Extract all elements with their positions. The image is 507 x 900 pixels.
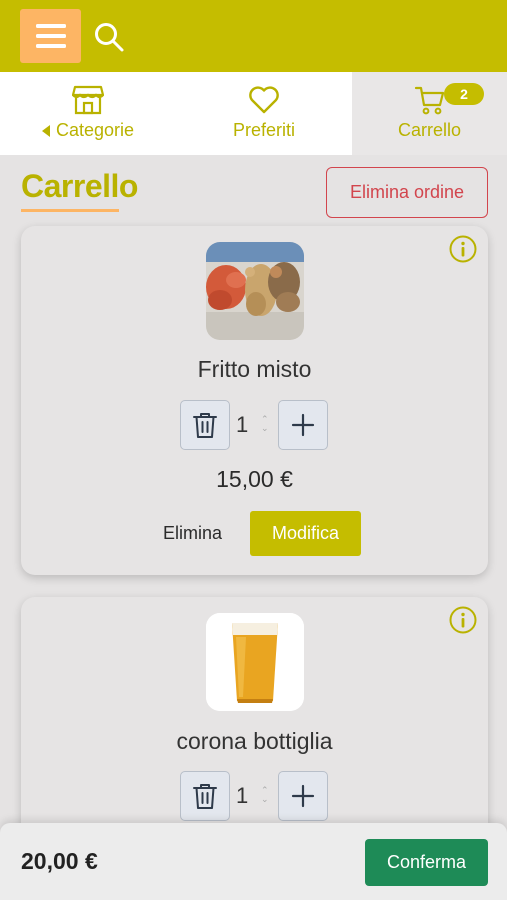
cart-icon (414, 86, 444, 115)
store-icon (72, 85, 104, 115)
edit-item-button[interactable]: Modifica (250, 511, 361, 556)
delete-quantity-button[interactable] (180, 400, 230, 450)
cart-item-card: Fritto misto 1 ⌃ ⌄ 15,00 € Elimina Modifi… (21, 226, 488, 575)
quantity-stepper: 1 ⌃ ⌄ (180, 771, 328, 821)
heart-icon (249, 86, 279, 114)
tab-cart[interactable]: Carrello 2 (352, 72, 507, 155)
increase-quantity-button[interactable] (278, 771, 328, 821)
tab-favorites-label: Preferiti (232, 120, 295, 140)
delete-quantity-button[interactable] (180, 771, 230, 821)
page-title: Carrello (21, 168, 138, 204)
plus-icon (291, 784, 315, 808)
nav-tabs: Categorie Preferiti Carrello 2 (0, 72, 507, 155)
spinner-arrows-icon[interactable]: ⌃ ⌄ (261, 786, 269, 804)
info-icon[interactable] (448, 234, 478, 264)
search-button[interactable] (92, 20, 126, 54)
spinner-arrows-icon[interactable]: ⌃ ⌄ (261, 415, 269, 433)
menu-button[interactable] (20, 9, 81, 63)
title-underline (21, 209, 119, 212)
quantity-stepper: 1 ⌃ ⌄ (180, 400, 328, 450)
caret-left-icon (41, 124, 50, 137)
beer-glass-image (206, 613, 304, 711)
quantity-value[interactable]: 1 (236, 783, 248, 809)
hamburger-menu-icon (35, 24, 66, 48)
fried-seafood-image (206, 242, 304, 340)
item-price: 15,00 € (216, 466, 293, 492)
trash-icon (193, 784, 217, 809)
info-icon[interactable] (448, 605, 478, 635)
plus-icon (291, 413, 315, 437)
quantity-value[interactable]: 1 (236, 412, 248, 438)
delete-order-button[interactable]: Elimina ordine (326, 167, 488, 218)
top-bar (0, 0, 507, 72)
increase-quantity-button[interactable] (278, 400, 328, 450)
search-icon (95, 23, 124, 52)
remove-item-button[interactable]: Elimina (163, 523, 222, 544)
cart-item-card: corona bottiglia 1 ⌃ ⌄ (21, 597, 488, 857)
trash-icon (193, 413, 217, 438)
order-total: 20,00 € (21, 848, 98, 874)
cart-count-badge: 2 (444, 83, 484, 105)
tab-favorites[interactable]: Preferiti (176, 72, 352, 155)
item-name: corona bottiglia (176, 728, 333, 754)
confirm-button[interactable]: Conferma (365, 839, 488, 886)
checkout-footer: 20,00 € Conferma (0, 823, 507, 900)
item-name: Fritto misto (197, 356, 312, 382)
tab-categories[interactable]: Categorie (0, 72, 176, 155)
tab-categories-label: Categorie (55, 120, 135, 140)
tab-cart-label: Carrello (397, 120, 462, 140)
